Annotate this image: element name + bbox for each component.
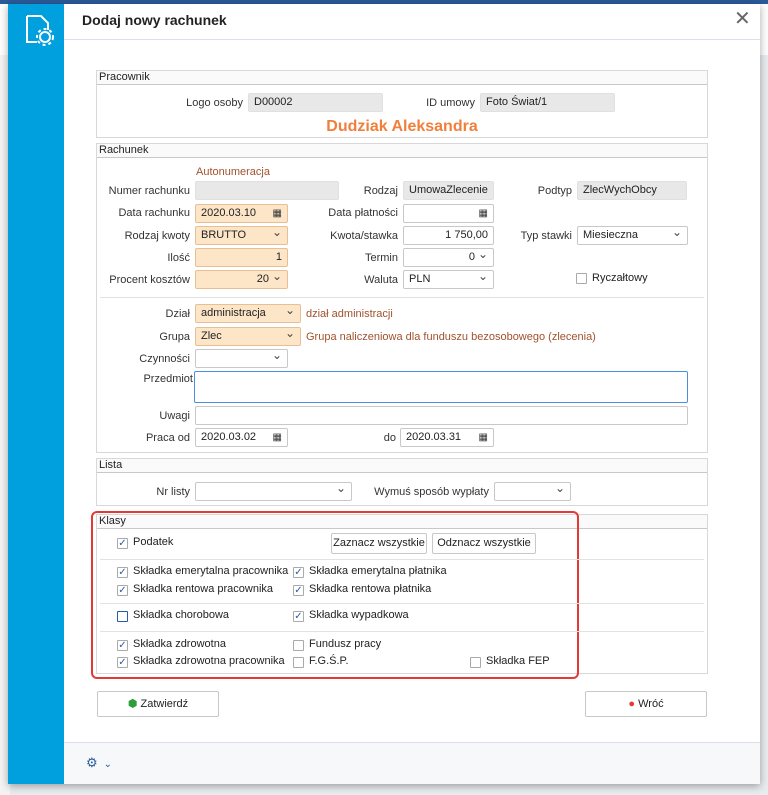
klasa-checkbox[interactable] — [293, 640, 304, 651]
autonumeracja-label: Autonumeracja — [196, 166, 270, 178]
klasa-label: Składka FEP — [486, 655, 550, 667]
grupa-label: Grupa — [159, 331, 190, 343]
klasa-checkbox[interactable]: ✓ — [117, 538, 128, 549]
praca-do-input[interactable]: 2020.03.31 — [400, 428, 494, 447]
divider — [100, 603, 704, 604]
przedmiot-label: Przedmiot — [143, 373, 193, 385]
klasa-label: F.G.Ś.P. — [309, 655, 349, 667]
deselect-all-button[interactable]: Odznacz wszystkie — [432, 533, 536, 554]
rodzaj-label: Rodzaj — [363, 185, 398, 197]
klasa-checkbox[interactable]: ✓ — [293, 585, 304, 596]
data-rachunku-input[interactable]: 2020.03.10 — [195, 204, 288, 223]
back-icon: ● — [628, 698, 636, 710]
divider — [100, 631, 704, 632]
klasa-checkbox[interactable]: ✓ — [117, 640, 128, 651]
logo-field: D00002 — [248, 93, 383, 112]
klasa-label: Składka zdrowotna — [133, 638, 226, 650]
uwagi-input[interactable] — [195, 406, 688, 425]
klasa-checkbox[interactable]: ✓ — [293, 567, 304, 578]
typ-stawki-label: Typ stawki — [520, 230, 572, 242]
ilosc-label: Ilość — [167, 252, 190, 264]
select-all-button[interactable]: Zaznacz wszystkie — [331, 533, 427, 554]
ilosc-input[interactable]: 1 — [195, 248, 288, 267]
podtyp-label: Podtyp — [537, 185, 572, 197]
kwota-input[interactable]: 1 750,00 — [403, 226, 494, 245]
dialog-sidebar — [8, 4, 64, 784]
ryczaltowy-label: Ryczałtowy — [592, 272, 648, 284]
klasa-checkbox[interactable]: ✓ — [117, 567, 128, 578]
czynnosci-label: Czynności — [139, 353, 190, 365]
id-field: Foto Świat/1 — [480, 93, 615, 112]
praca-od-label: Praca od — [145, 432, 190, 444]
confirm-label: Zatwierdź — [140, 698, 189, 710]
confirm-icon: ⬢ — [127, 698, 138, 710]
klasa-label: Składka chorobowa — [133, 609, 230, 621]
rodzaj-field: UmowaZlecenie — [403, 181, 494, 200]
klasa-label: Składka rentowa płatnika — [309, 583, 432, 595]
klasa-label: Podatek — [133, 536, 174, 548]
kwota-label: Kwota/stawka — [330, 230, 398, 242]
klasa-checkbox[interactable]: ✓ — [117, 585, 128, 596]
close-icon[interactable]: ✕ — [734, 6, 751, 31]
termin-select[interactable]: 0 — [403, 248, 494, 267]
divider — [100, 297, 704, 298]
rodzaj-kwoty-select[interactable]: BRUTTO — [195, 226, 288, 245]
czynnosci-select[interactable] — [195, 349, 288, 368]
klasa-checkbox[interactable]: ✓ — [293, 611, 304, 622]
window-settings-icon[interactable]: ⚙ ⌄ — [86, 755, 112, 771]
uwagi-label: Uwagi — [159, 410, 190, 422]
praca-od-input[interactable]: 2020.03.02 — [195, 428, 288, 447]
klasa-label: Składka rentowa pracownika — [133, 583, 274, 595]
section-header: Pracownik — [97, 71, 707, 85]
numer-label: Numer rachunku — [108, 185, 190, 197]
back-button[interactable]: ● Wróć — [585, 691, 707, 717]
logo-label: Logo osoby — [186, 97, 243, 109]
wymus-select[interactable] — [494, 482, 571, 501]
grupa-select[interactable]: Zlec — [195, 327, 301, 346]
dzial-description: dział administracji — [306, 308, 393, 320]
waluta-select[interactable]: PLN — [403, 270, 494, 289]
klasa-checkbox[interactable] — [470, 657, 481, 668]
klasa-checkbox[interactable] — [117, 611, 128, 622]
klasa-label: Składka emerytalna płatnika — [309, 565, 447, 577]
dzial-select[interactable]: administracja — [195, 304, 301, 323]
section-lista: Lista — [96, 458, 708, 506]
klasa-label: Składka wypadkowa — [309, 609, 409, 621]
data-platnosci-input[interactable] — [403, 204, 494, 223]
klasa-checkbox[interactable]: ✓ — [117, 657, 128, 668]
podtyp-field: ZlecWychObcy — [577, 181, 687, 200]
klasa-label: Fundusz pracy — [309, 638, 382, 650]
dialog-title: Dodaj nowy rachunek — [82, 12, 227, 28]
dialog-footer — [64, 742, 760, 784]
typ-stawki-select[interactable]: Miesieczna — [577, 226, 688, 245]
section-header: Rachunek — [97, 144, 707, 158]
document-gear-icon — [26, 15, 54, 46]
klasa-checkbox[interactable] — [293, 657, 304, 668]
waluta-label: Waluta — [364, 274, 398, 286]
nr-listy-select[interactable] — [195, 482, 352, 501]
data-platnosci-label: Data płatności — [328, 207, 398, 219]
ryczaltowy-checkbox[interactable] — [576, 273, 587, 284]
wymus-label: Wymuś sposób wypłaty — [374, 486, 489, 498]
employee-name: Dudziak Aleksandra — [326, 118, 478, 135]
section-header: Lista — [97, 459, 707, 473]
dzial-label: Dział — [165, 308, 190, 320]
divider — [100, 559, 704, 560]
id-label: ID umowy — [426, 97, 475, 109]
procent-select[interactable]: 20 — [195, 270, 288, 289]
termin-label: Termin — [364, 252, 398, 264]
przedmiot-textarea[interactable] — [194, 371, 688, 403]
rodzaj-kwoty-label: Rodzaj kwoty — [124, 230, 190, 242]
klasa-label: Składka zdrowotna pracownika — [133, 655, 285, 667]
back-label: Wróć — [638, 698, 664, 710]
confirm-button[interactable]: ⬢ Zatwierdź — [97, 691, 219, 717]
klasa-label: Składka emerytalna pracownika — [133, 565, 289, 577]
data-rachunku-label: Data rachunku — [118, 207, 190, 219]
procent-label: Procent kosztów — [109, 274, 190, 286]
grupa-description: Grupa naliczeniowa dla funduszu bezosobo… — [306, 331, 596, 343]
nr-listy-label: Nr listy — [156, 486, 190, 498]
praca-do-label: do — [383, 432, 396, 444]
